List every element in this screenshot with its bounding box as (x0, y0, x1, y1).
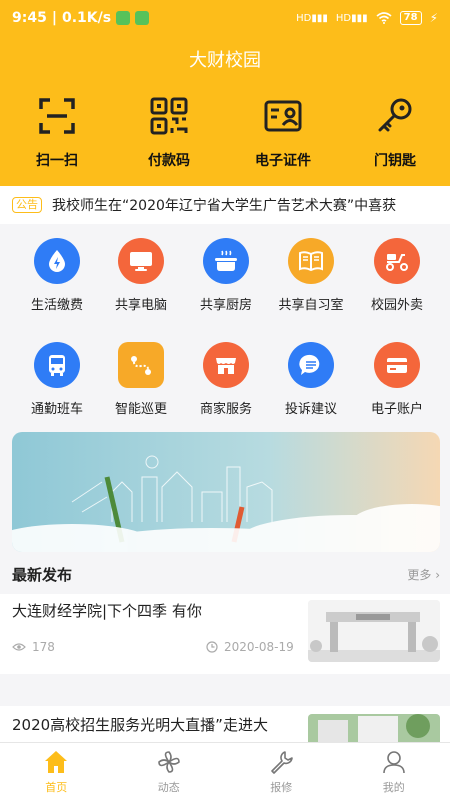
status-speed: 0.1K/s (61, 10, 112, 26)
service-smart-patrol[interactable]: 智能巡更 (96, 342, 186, 417)
news-item-views: 178 (12, 640, 55, 654)
book-icon (299, 251, 323, 272)
home-icon (45, 751, 68, 773)
announcement-text: 我校师生在“2020年辽宁省大学生广告艺术大赛”中喜获 (52, 198, 397, 214)
tab-label: 动态 (157, 781, 180, 794)
bottom-tab-bar: 首页 动态 报修 我的 (0, 742, 450, 800)
tab-label: 报修 (270, 781, 293, 794)
pinwheel-icon (157, 751, 180, 773)
wrench-icon (271, 751, 294, 774)
service-label: 智能巡更 (114, 402, 167, 417)
tab-label: 首页 (45, 781, 68, 794)
key-icon (378, 98, 412, 132)
announcement-bar[interactable]: 公告 我校师生在“2020年辽宁省大学生广告艺术大赛”中喜获 (0, 186, 450, 224)
news-item-thumbnail (308, 714, 440, 742)
charging-icon: ⚡ (429, 11, 438, 25)
service-label: 投诉建议 (284, 402, 337, 417)
water-drop-icon (49, 250, 65, 272)
clock-icon (206, 641, 218, 653)
service-shared-kitchen[interactable]: 共享厨房 (181, 238, 271, 313)
more-link[interactable]: 更多 › (407, 566, 440, 583)
quick-action-label: 门钥匙 (374, 153, 416, 169)
service-label: 共享自习室 (278, 298, 344, 313)
news-item-title: 大连财经学院|下个四季 有你 (12, 602, 202, 620)
qrcode-icon (150, 97, 188, 135)
route-icon (131, 356, 151, 375)
service-merchant[interactable]: 商家服务 (181, 342, 271, 417)
eye-icon (12, 643, 26, 651)
service-label: 共享电脑 (114, 298, 167, 313)
chat-icon (299, 354, 320, 375)
pot-icon (215, 250, 237, 271)
header: 大财校园 扫一扫 付款码 电子证件 门钥匙 (0, 36, 450, 186)
service-label: 共享厨房 (199, 298, 252, 313)
service-label: 通勤班车 (30, 402, 83, 417)
quick-action-label: 付款码 (148, 153, 190, 169)
battery-indicator: 78 (399, 11, 422, 25)
id-card-icon (264, 100, 302, 132)
signal-icon: HD▮▮▮ (335, 12, 368, 24)
service-shared-computer[interactable]: 共享电脑 (96, 238, 186, 313)
service-utility-payment[interactable]: 生活缴费 (12, 238, 102, 313)
tab-repair[interactable]: 报修 (225, 743, 338, 800)
wifi-icon (376, 12, 392, 24)
status-bar: 9:45 | 0.1K/s HD▮▮▮ HD▮▮▮ 78 ⚡ (0, 0, 450, 36)
quick-action-e-id[interactable]: 电子证件 (238, 96, 328, 170)
scooter-icon (386, 254, 408, 271)
service-label: 商家服务 (199, 402, 252, 417)
service-e-account[interactable]: 电子账户 (352, 342, 442, 417)
tab-home[interactable]: 首页 (0, 743, 113, 800)
service-label: 校园外卖 (370, 298, 423, 313)
wallet-icon (387, 358, 407, 373)
quick-action-door-key[interactable]: 门钥匙 (350, 96, 440, 170)
service-label: 生活缴费 (30, 298, 83, 313)
news-item[interactable]: 2020高校招生服务光明大直播”走进大 (0, 706, 450, 742)
news-item[interactable]: 大连财经学院|下个四季 有你 178 2020-08-19 (0, 594, 450, 674)
quick-action-label: 电子证件 (255, 153, 311, 169)
banner-image (12, 432, 440, 552)
tab-profile[interactable]: 我的 (338, 743, 450, 800)
service-grid: 生活缴费 共享电脑 共享厨房 共享自习室 校园外卖 通勤班车 智能巡更 商家服务… (0, 224, 450, 428)
user-icon (382, 751, 405, 774)
app-title: 大财校园 (189, 50, 261, 71)
store-icon (216, 358, 236, 374)
quick-action-pay-code[interactable]: 付款码 (124, 96, 214, 170)
notification-icon (135, 11, 150, 25)
announcement-badge: 公告 (12, 197, 42, 213)
service-commuter-bus[interactable]: 通勤班车 (12, 342, 102, 417)
monitor-icon (130, 252, 152, 271)
news-section-header: 最新发布 更多 › (12, 564, 440, 584)
quick-action-scan[interactable]: 扫一扫 (12, 96, 102, 170)
tab-label: 我的 (382, 781, 405, 794)
signal-icon: HD▮▮▮ (296, 12, 328, 24)
promo-banner[interactable] (12, 432, 440, 552)
chevron-right-icon: › (435, 567, 440, 582)
news-item-thumbnail (308, 600, 440, 662)
status-time: 9:45 (12, 10, 47, 26)
tab-feed[interactable]: 动态 (113, 743, 226, 800)
service-label: 电子账户 (370, 402, 423, 417)
news-item-title: 2020高校招生服务光明大直播”走进大 (12, 716, 268, 734)
quick-action-label: 扫一扫 (36, 153, 78, 169)
notification-icon (116, 11, 131, 25)
service-shared-study-room[interactable]: 共享自习室 (266, 238, 356, 313)
service-campus-delivery[interactable]: 校园外卖 (352, 238, 442, 313)
service-complaints[interactable]: 投诉建议 (266, 342, 356, 417)
scan-icon (39, 98, 75, 134)
news-item-date: 2020-08-19 (206, 640, 294, 654)
bus-icon (49, 355, 65, 376)
news-section-title: 最新发布 (12, 565, 73, 584)
